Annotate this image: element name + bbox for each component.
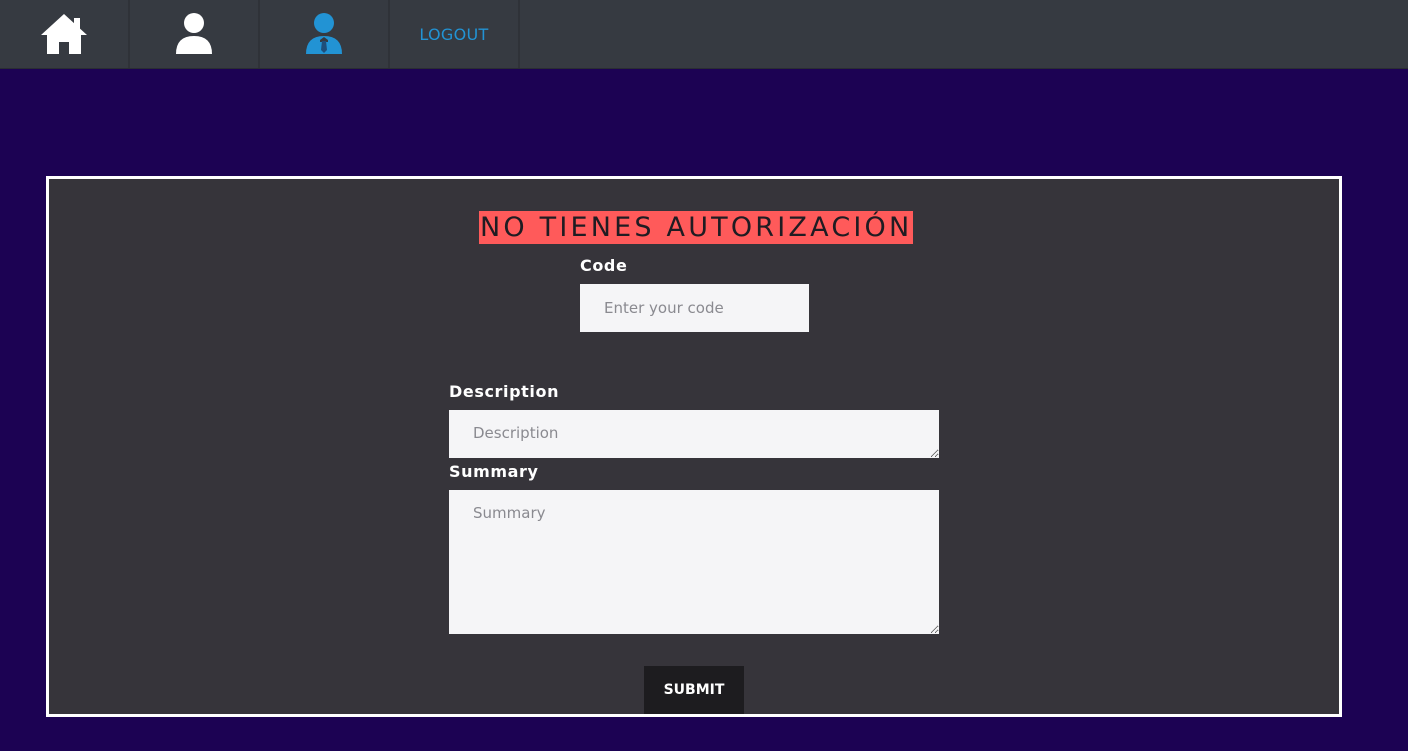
top-navbar: LOGOUT	[0, 0, 1408, 69]
business-user-icon	[306, 13, 342, 54]
summary-textarea[interactable]	[449, 490, 939, 634]
code-input[interactable]	[580, 284, 809, 332]
description-label: Description	[449, 382, 560, 401]
code-label: Code	[580, 256, 628, 275]
form-panel: NO TIENES AUTORIZACIÓN Code Description …	[46, 176, 1342, 717]
submit-button[interactable]: SUBMIT	[644, 666, 744, 714]
nav-admin[interactable]	[260, 0, 390, 68]
nav-home[interactable]	[0, 0, 130, 68]
summary-label: Summary	[449, 462, 539, 481]
authorization-error-banner: NO TIENES AUTORIZACIÓN	[479, 211, 914, 244]
home-icon	[41, 14, 87, 54]
nav-logout[interactable]: LOGOUT	[390, 0, 520, 68]
description-textarea[interactable]	[449, 410, 939, 458]
nav-profile[interactable]	[130, 0, 260, 68]
user-icon	[176, 13, 212, 54]
logout-link[interactable]: LOGOUT	[419, 25, 488, 44]
